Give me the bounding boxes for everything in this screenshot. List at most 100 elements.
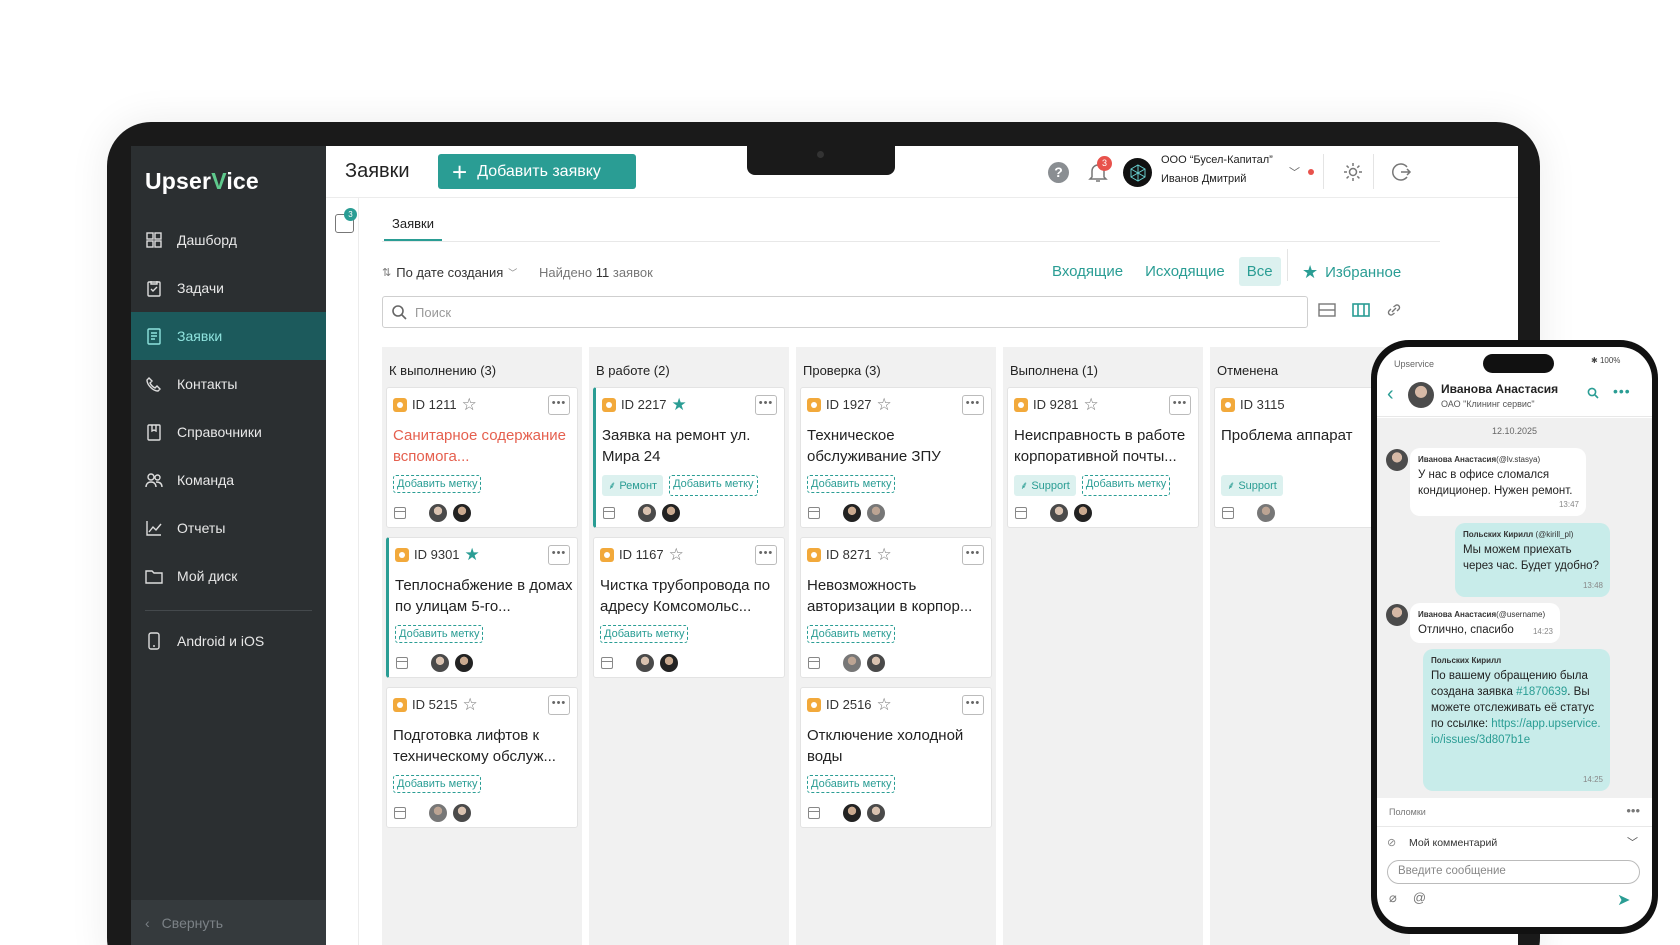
avatar xyxy=(1386,449,1408,471)
sidebar-item-dashboard[interactable]: Дашборд xyxy=(131,216,326,264)
request-card[interactable]: ID 2516 ☆ ••• Отключение холодной воды До… xyxy=(800,687,992,828)
add-tag-button[interactable]: Добавить метку xyxy=(807,775,896,793)
request-card[interactable]: ID 8271 ☆ ••• Невозможность авторизации в… xyxy=(800,537,992,678)
message-input[interactable]: Введите сообщение xyxy=(1387,860,1640,884)
sidebar-item-requests[interactable]: Заявки xyxy=(131,312,326,360)
logo[interactable]: UpserVice xyxy=(145,168,259,195)
calendar-icon[interactable] xyxy=(808,807,820,819)
more-options-button[interactable]: ••• xyxy=(548,395,570,415)
more-options-button[interactable]: ••• xyxy=(548,545,570,565)
request-link[interactable]: #1870639 xyxy=(1516,686,1567,698)
list-view-icon[interactable] xyxy=(1318,302,1336,318)
add-request-button[interactable]: + Добавить заявку xyxy=(438,154,636,189)
search-input[interactable]: Поиск xyxy=(382,296,1308,328)
request-card[interactable]: ID 9301 ★ ••• Теплоснабжение в домах по у… xyxy=(386,537,578,678)
request-type-icon xyxy=(807,697,821,712)
search-icon[interactable] xyxy=(1587,387,1599,402)
filter-favorites[interactable]: ★ Избранное xyxy=(1302,262,1401,283)
gear-icon[interactable] xyxy=(1342,161,1364,188)
star-icon[interactable]: ☆ xyxy=(877,396,892,413)
tag-badge[interactable]: ⸙ Support xyxy=(1014,475,1076,496)
org-name[interactable]: ООО “Бусел-Капитал” xyxy=(1161,154,1273,166)
request-card[interactable]: ID 1927 ☆ ••• Техническое обслуживание ЗП… xyxy=(800,387,992,528)
add-tag-button[interactable]: Добавить метку xyxy=(395,625,484,643)
sidebar-item-mobile[interactable]: Android и iOS xyxy=(131,617,326,665)
add-tag-button[interactable]: Добавить метку xyxy=(669,475,758,496)
calendar-icon[interactable] xyxy=(396,657,408,669)
mention-icon[interactable]: @ xyxy=(1413,890,1426,906)
calendar-icon[interactable] xyxy=(808,657,820,669)
back-icon[interactable]: ‹ xyxy=(1387,384,1394,404)
board-view-icon[interactable] xyxy=(1352,302,1370,318)
avatar[interactable] xyxy=(1408,382,1434,408)
request-card[interactable]: ID 1211 ☆ ••• Санитарное содержание вспом… xyxy=(386,387,578,528)
sidebar-divider xyxy=(145,610,312,611)
add-tag-button[interactable]: Добавить метку xyxy=(393,475,482,493)
calendar-icon[interactable] xyxy=(1222,507,1234,519)
sidebar-item-disk[interactable]: Мой диск xyxy=(131,552,326,600)
more-options-button[interactable]: ••• xyxy=(962,545,984,565)
tag-badge[interactable]: ⸙ Ремонт xyxy=(602,475,664,496)
more-options-button[interactable]: ••• xyxy=(962,695,984,715)
add-tag-button[interactable]: Добавить метку xyxy=(393,775,482,793)
more-options-icon[interactable]: ••• xyxy=(1626,803,1640,818)
add-tag-button[interactable]: Добавить метку xyxy=(807,475,896,493)
sidebar-item-contacts[interactable]: Контакты xyxy=(131,360,326,408)
tag-label: Support xyxy=(1031,480,1070,492)
user-name[interactable]: Иванов Дмитрий xyxy=(1161,173,1246,185)
star-icon[interactable]: ☆ xyxy=(877,696,892,713)
comment-selector[interactable]: ⊘ Мой комментарий ﹀ xyxy=(1377,828,1652,858)
star-icon[interactable]: ☆ xyxy=(877,546,892,563)
logout-icon[interactable] xyxy=(1390,161,1412,188)
add-tag-button[interactable]: Добавить метку xyxy=(1081,475,1171,496)
sidebar-item-tasks[interactable]: Задачи xyxy=(131,264,326,312)
sidebar-item-reports[interactable]: Отчеты xyxy=(131,504,326,552)
request-card[interactable]: ID 9281 ☆ ••• Неисправность в работе корп… xyxy=(1007,387,1199,528)
star-icon[interactable]: ★ xyxy=(672,396,687,413)
tab-requests[interactable]: Заявки xyxy=(384,216,442,241)
breakdown-section[interactable]: Поломки ••• xyxy=(1377,799,1652,827)
sidebar-item-team[interactable]: Команда xyxy=(131,456,326,504)
more-options-icon[interactable]: ••• xyxy=(1613,383,1631,399)
star-icon[interactable]: ☆ xyxy=(669,546,684,563)
found-prefix: Найдено xyxy=(539,265,593,280)
more-options-button[interactable]: ••• xyxy=(755,395,777,415)
request-card[interactable]: ID 1167 ☆ ••• Чистка трубопровода по адре… xyxy=(593,537,785,678)
send-icon[interactable]: ➤ xyxy=(1617,890,1630,910)
tab-underline xyxy=(382,241,1440,242)
star-icon[interactable]: ☆ xyxy=(463,696,478,713)
calendar-icon[interactable] xyxy=(603,507,615,519)
calendar-icon[interactable] xyxy=(808,507,820,519)
sort-dropdown[interactable]: ⇅ По дате создания ﹀ xyxy=(382,265,517,280)
tag-badge[interactable]: ⸙ Support xyxy=(1221,475,1283,496)
avatar xyxy=(661,503,681,523)
more-options-button[interactable]: ••• xyxy=(1169,395,1191,415)
star-icon[interactable]: ★ xyxy=(465,546,480,563)
help-icon[interactable]: ? xyxy=(1048,162,1069,183)
more-options-button[interactable]: ••• xyxy=(962,395,984,415)
add-tag-button[interactable]: Добавить метку xyxy=(807,625,896,643)
add-tag-button[interactable]: Добавить метку xyxy=(600,625,689,643)
more-options-button[interactable]: ••• xyxy=(755,545,777,565)
more-options-button[interactable]: ••• xyxy=(548,695,570,715)
org-avatar[interactable] xyxy=(1123,158,1152,187)
calendar-icon[interactable] xyxy=(394,807,406,819)
collapse-sidebar-button[interactable]: ‹ Свернуть xyxy=(131,900,326,945)
attach-icon[interactable]: ⌀ xyxy=(1389,890,1397,906)
sidebar-item-reference[interactable]: Справочники xyxy=(131,408,326,456)
request-card[interactable]: ID 2217 ★ ••• Заявка на ремонт ул. Мира 2… xyxy=(593,387,785,528)
filter-incoming[interactable]: Входящие xyxy=(1044,257,1131,286)
request-card[interactable]: ID 5215 ☆ ••• Подготовка лифтов к техниче… xyxy=(386,687,578,828)
filter-outgoing[interactable]: Исходящие xyxy=(1137,257,1233,286)
card-id: ID 9281 xyxy=(1033,397,1079,412)
chevron-down-icon[interactable]: ﹀ xyxy=(1289,164,1300,180)
calendar-icon[interactable] xyxy=(1015,507,1027,519)
link-view-icon[interactable] xyxy=(1386,302,1402,318)
star-icon[interactable]: ☆ xyxy=(462,396,477,413)
calendar-icon[interactable] xyxy=(394,507,406,519)
chat-message-incoming: Иванова Анастасия(@username) Отлично, сп… xyxy=(1410,603,1560,643)
star-icon[interactable]: ☆ xyxy=(1084,396,1099,413)
filter-all[interactable]: Все xyxy=(1238,257,1281,286)
calendar-icon[interactable] xyxy=(601,657,613,669)
page-title: Заявки xyxy=(345,160,410,182)
